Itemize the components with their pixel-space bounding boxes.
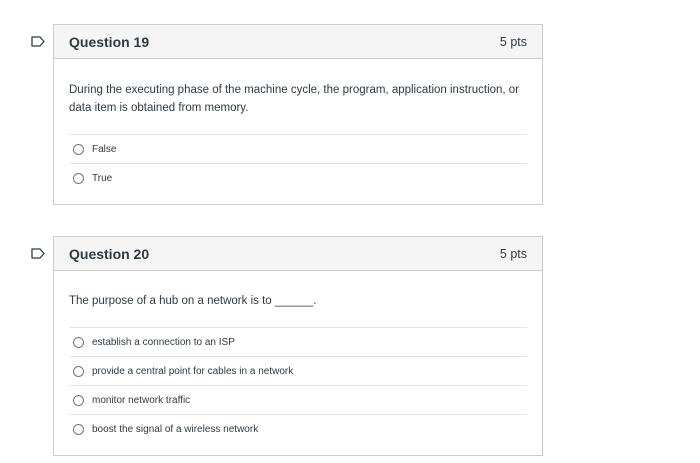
radio-button-icon[interactable] (73, 394, 84, 406)
quiz-page: Question 19 5 pts During the executing p… (0, 0, 700, 463)
radio-button-icon[interactable] (73, 336, 84, 348)
question-title: Question 19 (69, 33, 150, 50)
radio-button-icon[interactable] (73, 365, 84, 377)
question-header: Question 19 5 pts (54, 25, 542, 59)
radio-button-icon[interactable] (73, 143, 84, 155)
answer-label: establish a connection to an ISP (92, 336, 235, 348)
question-points: 5 pts (499, 34, 527, 49)
question-body: The purpose of a hub on a network is to … (54, 271, 542, 443)
answer-label: False (92, 143, 117, 155)
question-title: Question 20 (69, 245, 150, 262)
radio-button-icon[interactable] (73, 423, 84, 435)
question-card: Question 19 5 pts During the executing p… (53, 24, 543, 205)
answer-label: monitor network traffic (92, 394, 191, 406)
question-text: The purpose of a hub on a network is to … (69, 295, 317, 307)
question-body: During the executing phase of the machin… (54, 59, 542, 192)
answer-label: provide a central point for cables in a … (92, 365, 294, 377)
flag-question-icon[interactable] (31, 248, 45, 259)
answer-option[interactable]: monitor network traffic (69, 386, 527, 415)
answer-option[interactable]: True (69, 164, 527, 192)
answer-option[interactable]: provide a central point for cables in a … (69, 357, 527, 386)
radio-button-icon[interactable] (73, 172, 84, 184)
question-points: 5 pts (499, 246, 527, 261)
question-header: Question 20 5 pts (54, 237, 542, 271)
answer-list: establish a connection to an ISP provide… (69, 327, 527, 443)
question-card: Question 20 5 pts The purpose of a hub o… (53, 236, 543, 456)
answer-option[interactable]: establish a connection to an ISP (69, 328, 527, 357)
answer-option[interactable]: boost the signal of a wireless network (69, 415, 527, 443)
answer-label: True (92, 172, 113, 184)
answer-list: False True (69, 134, 527, 192)
question-text: During the executing phase of the machin… (69, 84, 520, 114)
answer-option[interactable]: False (69, 135, 527, 164)
flag-question-icon[interactable] (31, 36, 45, 47)
answer-label: boost the signal of a wireless network (92, 423, 259, 435)
